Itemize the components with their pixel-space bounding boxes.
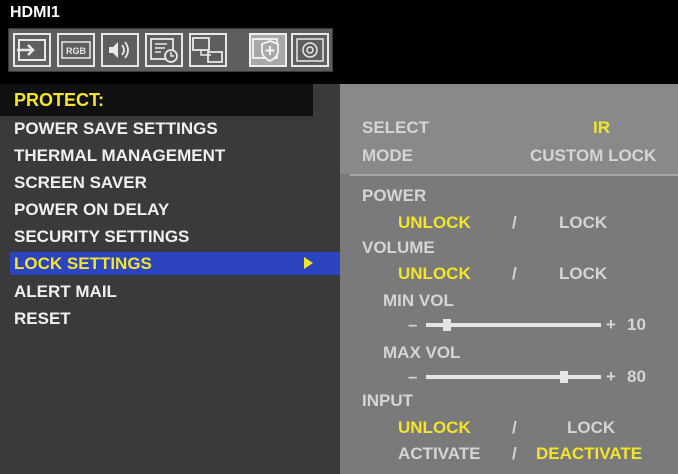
protect-icon bbox=[252, 38, 279, 63]
section-divider bbox=[350, 174, 678, 176]
schedule-icon bbox=[150, 38, 178, 63]
power-lock-option[interactable]: LOCK bbox=[559, 212, 607, 234]
volume-unlock-option[interactable]: UNLOCK bbox=[398, 263, 471, 285]
min-vol-slider[interactable] bbox=[426, 323, 601, 327]
select-label: SELECT bbox=[362, 118, 430, 137]
power-unlock-option[interactable]: UNLOCK bbox=[398, 212, 471, 234]
select-value[interactable]: IR bbox=[593, 117, 610, 139]
menu-item-screen-saver[interactable]: SCREEN SAVER bbox=[14, 171, 147, 195]
max-vol-label: MAX VOL bbox=[383, 343, 461, 362]
power-label: POWER bbox=[362, 186, 427, 205]
input-source-label: HDMI1 bbox=[10, 4, 60, 21]
min-vol-minus: – bbox=[408, 315, 418, 334]
multi-display-icon bbox=[192, 37, 223, 63]
mode-label: MODE bbox=[362, 146, 413, 165]
max-vol-minus: – bbox=[408, 367, 418, 386]
tab-input[interactable] bbox=[13, 33, 51, 67]
min-vol-slider-handle[interactable] bbox=[442, 319, 451, 331]
menu-item-reset[interactable]: RESET bbox=[14, 307, 71, 331]
input-separator: / bbox=[512, 418, 517, 437]
min-vol-label: MIN VOL bbox=[383, 291, 454, 310]
volume-label: VOLUME bbox=[362, 238, 435, 257]
submenu-arrow-icon bbox=[304, 257, 313, 269]
menu-item-security-settings[interactable]: SECURITY SETTINGS bbox=[14, 225, 189, 249]
audio-icon bbox=[109, 41, 129, 59]
input-lock-option[interactable]: LOCK bbox=[567, 417, 615, 439]
tab-rgb[interactable]: RGB bbox=[57, 33, 95, 67]
max-vol-slider-handle[interactable] bbox=[559, 371, 568, 383]
input-label: INPUT bbox=[362, 391, 413, 410]
menu-icon-tabs: RGB bbox=[8, 28, 333, 72]
min-vol-plus: + bbox=[606, 315, 616, 334]
input-icon bbox=[17, 39, 46, 61]
menu-item-power-on-delay[interactable]: POWER ON DELAY bbox=[14, 198, 169, 222]
activate-separator: / bbox=[512, 444, 517, 463]
tab-schedule[interactable] bbox=[145, 33, 183, 67]
power-separator: / bbox=[512, 213, 517, 232]
menu-panel bbox=[0, 84, 340, 474]
input-unlock-option[interactable]: UNLOCK bbox=[398, 417, 471, 439]
mode-value[interactable]: CUSTOM LOCK bbox=[530, 145, 656, 167]
volume-separator: / bbox=[512, 264, 517, 283]
min-vol-value: 10 bbox=[627, 315, 646, 334]
tab-system[interactable] bbox=[291, 33, 329, 67]
tab-audio[interactable] bbox=[101, 33, 139, 67]
activate-option[interactable]: ACTIVATE bbox=[398, 443, 480, 465]
menu-item-power-save[interactable]: POWER SAVE SETTINGS bbox=[14, 117, 218, 141]
tab-multi-display[interactable] bbox=[189, 33, 227, 67]
rgb-icon: RGB bbox=[61, 41, 91, 59]
tab-protect[interactable] bbox=[249, 33, 287, 67]
svg-text:RGB: RGB bbox=[66, 46, 87, 56]
deactivate-option[interactable]: DEACTIVATE bbox=[536, 443, 642, 465]
volume-lock-option[interactable]: LOCK bbox=[559, 263, 607, 285]
menu-item-thermal-management[interactable]: THERMAL MANAGEMENT bbox=[14, 144, 225, 168]
system-icon bbox=[296, 38, 324, 62]
max-vol-plus: + bbox=[606, 367, 616, 386]
menu-item-lock-settings[interactable]: LOCK SETTINGS bbox=[14, 252, 152, 276]
max-vol-slider[interactable] bbox=[426, 375, 601, 379]
max-vol-value: 80 bbox=[627, 367, 646, 386]
menu-item-alert-mail[interactable]: ALERT MAIL bbox=[14, 280, 117, 304]
menu-title: PROTECT: bbox=[14, 90, 104, 110]
